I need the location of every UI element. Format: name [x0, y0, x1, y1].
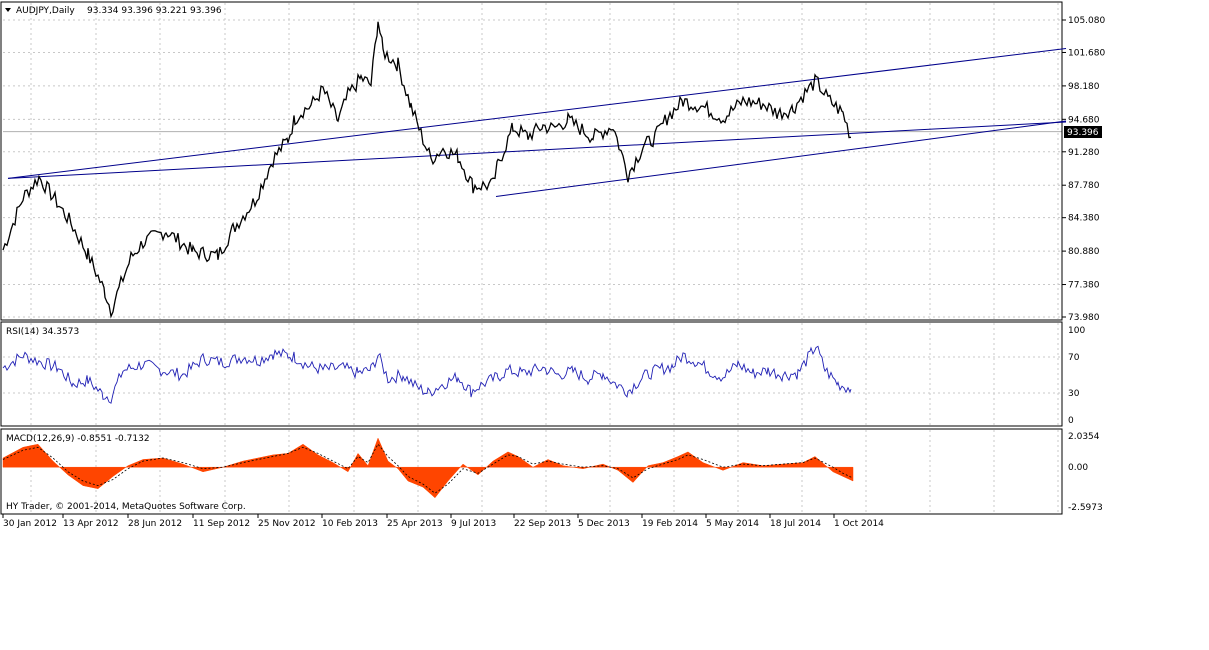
price-y-tick-label: 105.080 [1068, 16, 1105, 26]
channel-trendline[interactable] [7, 121, 1067, 179]
price-y-tick-label: 98.180 [1068, 82, 1100, 92]
rsi-y-tick-label: 0 [1068, 416, 1074, 426]
price-y-tick-label: 94.680 [1068, 115, 1100, 125]
x-tick-label: 19 Feb 2014 [642, 519, 698, 529]
trendlines-layer [7, 47, 1067, 197]
macd-y-tick-label: 2.0354 [1068, 432, 1100, 442]
rsi-y-tick-label: 70 [1068, 353, 1080, 363]
macd-y-tick-label: 0.00 [1068, 463, 1088, 473]
x-tick-label: 9 Jul 2013 [451, 519, 496, 529]
price-y-tick-label: 101.680 [1068, 48, 1105, 58]
watermark: HY Trader, © 2001-2014, MetaQuotes Softw… [6, 502, 246, 512]
x-tick-label: 25 Apr 2013 [387, 519, 443, 529]
price-series-line [2, 21, 852, 319]
macd-histogram [2, 437, 854, 499]
x-tick-label: 10 Feb 2013 [322, 519, 378, 529]
symbol-title: AUDJPY,Daily [16, 6, 75, 16]
rsi-y-tick-label: 100 [1068, 326, 1085, 336]
rsi-y-tick-label: 30 [1068, 389, 1080, 399]
rsi-title: RSI(14) 34.3573 [6, 327, 79, 337]
price-y-tick-label: 84.380 [1068, 214, 1100, 224]
price-y-tick-label: 80.880 [1068, 247, 1100, 257]
x-tick-label: 1 Oct 2014 [834, 519, 884, 529]
ohlc-values: 93.334 93.396 93.221 93.396 [87, 6, 222, 16]
x-tick-label: 11 Sep 2012 [193, 519, 250, 529]
x-tick-label: 5 Dec 2013 [578, 519, 630, 529]
macd-title: MACD(12,26,9) -0.8551 -0.7132 [6, 434, 150, 444]
axis-layer: 105.080 101.680 98.180 94.680 91.280 87.780 84… [2, 16, 1105, 529]
price-y-tick-label: 77.380 [1068, 281, 1100, 291]
x-tick-label: 25 Nov 2012 [258, 519, 316, 529]
price-y-tick-label: 73.980 [1068, 313, 1100, 323]
x-tick-label: 30 Jan 2012 [3, 519, 57, 529]
channel-trendline[interactable] [7, 47, 1067, 179]
x-tick-label: 22 Sep 2013 [514, 519, 571, 529]
x-tick-label: 5 May 2014 [706, 519, 759, 529]
x-tick-label: 18 Jul 2014 [770, 519, 821, 529]
collapse-triangle-icon[interactable] [5, 8, 11, 12]
price-y-tick-label: 91.280 [1068, 148, 1100, 158]
x-tick-label: 13 Apr 2012 [63, 519, 119, 529]
x-tick-label: 28 Jun 2012 [128, 519, 182, 529]
chart-area[interactable]: 105.080 101.680 98.180 94.680 91.280 87.780 84… [0, 0, 1209, 650]
rsi-series-line [2, 345, 852, 404]
current-price-text: 93.396 [1067, 128, 1099, 138]
macd-y-tick-label: -2.5973 [1068, 503, 1103, 513]
grid-layer [3, 3, 1062, 513]
price-y-tick-label: 87.780 [1068, 181, 1100, 191]
channel-trendline[interactable] [495, 120, 1067, 197]
